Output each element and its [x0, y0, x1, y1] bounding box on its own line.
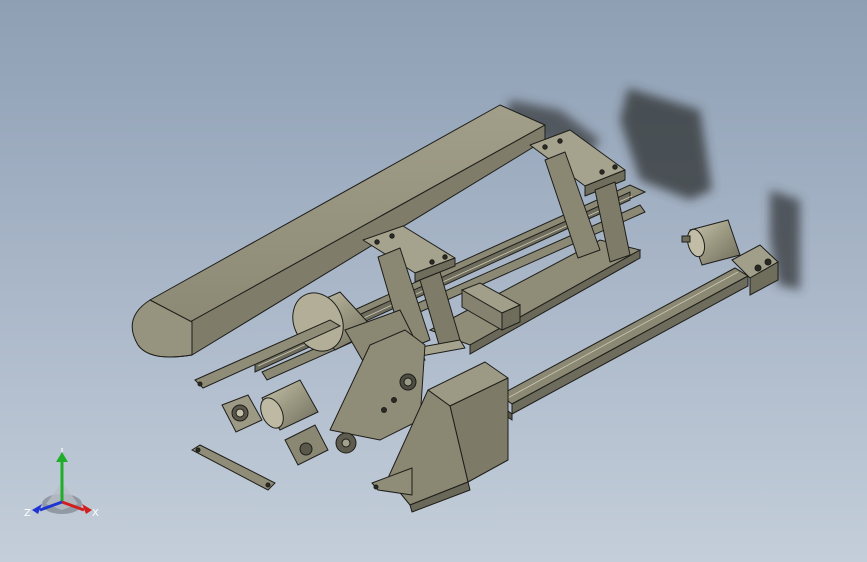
z-axis-label: Z: [24, 508, 31, 519]
support-bracket-rear: [529, 129, 631, 263]
secondary-motor[interactable]: [681, 219, 741, 266]
y-axis-label: Y: [58, 448, 66, 455]
gearbox-plate: [329, 329, 426, 441]
axis-triad: Y X Z: [24, 448, 99, 519]
x-axis-label: X: [92, 508, 99, 519]
drive-sprocket: [335, 432, 357, 454]
link-bar: [190, 444, 276, 491]
small-motor-assembly[interactable]: [221, 379, 329, 466]
cad-model-viewport[interactable]: [0, 0, 867, 562]
